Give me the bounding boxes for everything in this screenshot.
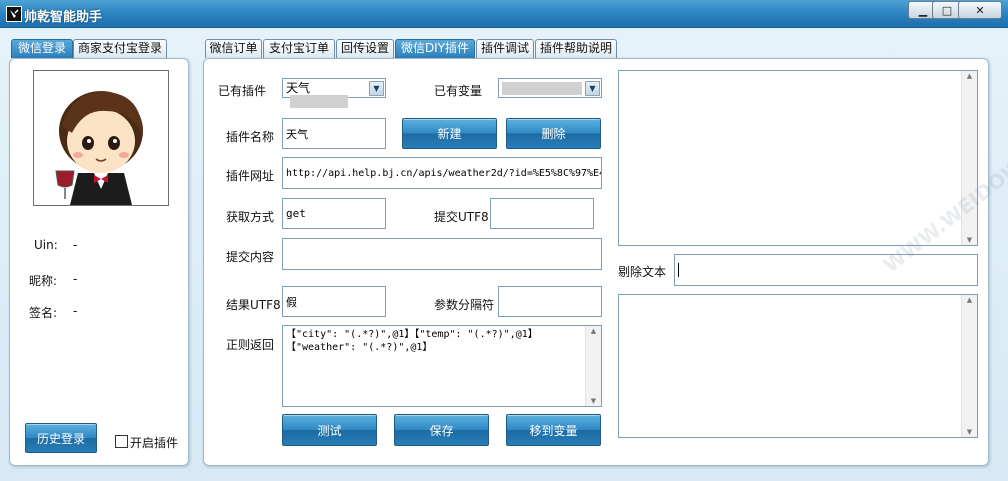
tab-wechat-login[interactable]: 微信登录: [11, 39, 73, 58]
close-button[interactable]: ✕: [958, 1, 1002, 19]
close-icon: ✕: [975, 3, 985, 17]
plugin-url-label: 插件网址: [226, 169, 275, 183]
scroll-down-icon: ▼: [966, 428, 973, 436]
chevron-down-icon: ▼: [369, 80, 384, 96]
regex-line-2: 【"weather": "(.*?)",@1】: [286, 342, 433, 353]
plugin-name-input[interactable]: 天气: [282, 118, 386, 149]
save-button[interactable]: 保存: [394, 414, 489, 446]
chevron-down-icon: ▼: [585, 80, 600, 96]
uin-label: Uin:: [34, 238, 58, 252]
text-cursor: [678, 263, 679, 277]
result-scrollbar[interactable]: ▲ ▼: [961, 295, 977, 437]
app-icon: [6, 6, 22, 22]
tab-callback-settings[interactable]: 回传设置: [336, 39, 394, 58]
test-button[interactable]: 测试: [282, 414, 377, 446]
tab-alipay-merchant-login[interactable]: 商家支付宝登录: [73, 39, 167, 58]
scroll-up-icon: ▲: [590, 327, 597, 335]
remove-text-input[interactable]: [674, 254, 978, 286]
nickname-value: -: [73, 272, 78, 286]
history-login-button[interactable]: 历史登录: [25, 423, 97, 453]
signature-label: 签名:: [29, 306, 58, 320]
result-output-textarea[interactable]: ▲ ▼: [618, 294, 978, 438]
scroll-down-icon: ▼: [590, 397, 597, 405]
regex-return-label: 正则返回: [226, 338, 275, 352]
new-button[interactable]: 新建: [402, 118, 497, 149]
minimize-icon: ▁: [918, 3, 928, 17]
response-output-textarea[interactable]: ▲ ▼: [618, 70, 978, 246]
scroll-up-icon: ▲: [966, 72, 973, 80]
move-to-variable-button[interactable]: 移到变量: [506, 414, 601, 446]
regex-return-textarea[interactable]: 【"city": "(.*?)",@1】【"temp": "(.*?)",@1】…: [282, 325, 602, 407]
submit-content-label: 提交内容: [226, 250, 275, 264]
method-input[interactable]: get: [282, 198, 386, 229]
submit-content-input[interactable]: [282, 238, 602, 270]
plugin-name-label: 插件名称: [226, 130, 275, 144]
existing-plugin-value: 天气: [286, 80, 311, 95]
avatar: [33, 70, 169, 206]
tab-plugin-debug[interactable]: 插件调试: [476, 39, 534, 58]
regex-scrollbar[interactable]: ▲ ▼: [585, 326, 601, 406]
tab-wechat-diy-plugin[interactable]: 微信DIY插件: [395, 39, 475, 58]
tab-plugin-help[interactable]: 插件帮助说明: [535, 39, 617, 58]
result-utf8-input[interactable]: 假: [282, 286, 386, 317]
maximize-icon: □: [941, 3, 953, 17]
submit-utf8-input[interactable]: [490, 198, 594, 229]
method-label: 获取方式: [226, 210, 275, 224]
scroll-down-icon: ▼: [966, 236, 973, 244]
existing-var-select[interactable]: ▼: [498, 78, 602, 98]
enable-plugin-label: 开启插件: [130, 436, 179, 450]
existing-var-label: 已有变量: [434, 84, 483, 98]
tab-wechat-orders[interactable]: 微信订单: [205, 39, 262, 58]
uin-value: -: [73, 238, 78, 252]
submit-utf8-label: 提交UTF8: [434, 210, 489, 224]
nickname-label: 昵称:: [29, 274, 58, 288]
regex-line-1: 【"city": "(.*?)",@1】【"temp": "(.*?)",@1】: [286, 329, 538, 340]
delete-button[interactable]: 删除: [506, 118, 601, 149]
scroll-up-icon: ▲: [966, 296, 973, 304]
title-bar[interactable]: 帅乾智能助手 ▁ □ ✕: [0, 0, 1008, 28]
tab-alipay-orders[interactable]: 支付宝订单: [263, 39, 335, 58]
result-utf8-label: 结果UTF8: [226, 298, 281, 312]
window-title: 帅乾智能助手: [24, 10, 103, 25]
param-separator-input[interactable]: [498, 286, 602, 317]
signature-value: -: [73, 304, 78, 318]
existing-plugin-label: 已有插件: [218, 84, 267, 98]
existing-plugin-select[interactable]: 天气 ▼: [282, 78, 386, 108]
param-separator-label: 参数分隔符: [434, 298, 495, 312]
plugin-url-input[interactable]: http://api.help.bj.cn/apis/weather2d/?id…: [282, 157, 602, 189]
remove-text-label: 剔除文本: [618, 265, 667, 279]
enable-plugin-checkbox[interactable]: [115, 435, 128, 448]
